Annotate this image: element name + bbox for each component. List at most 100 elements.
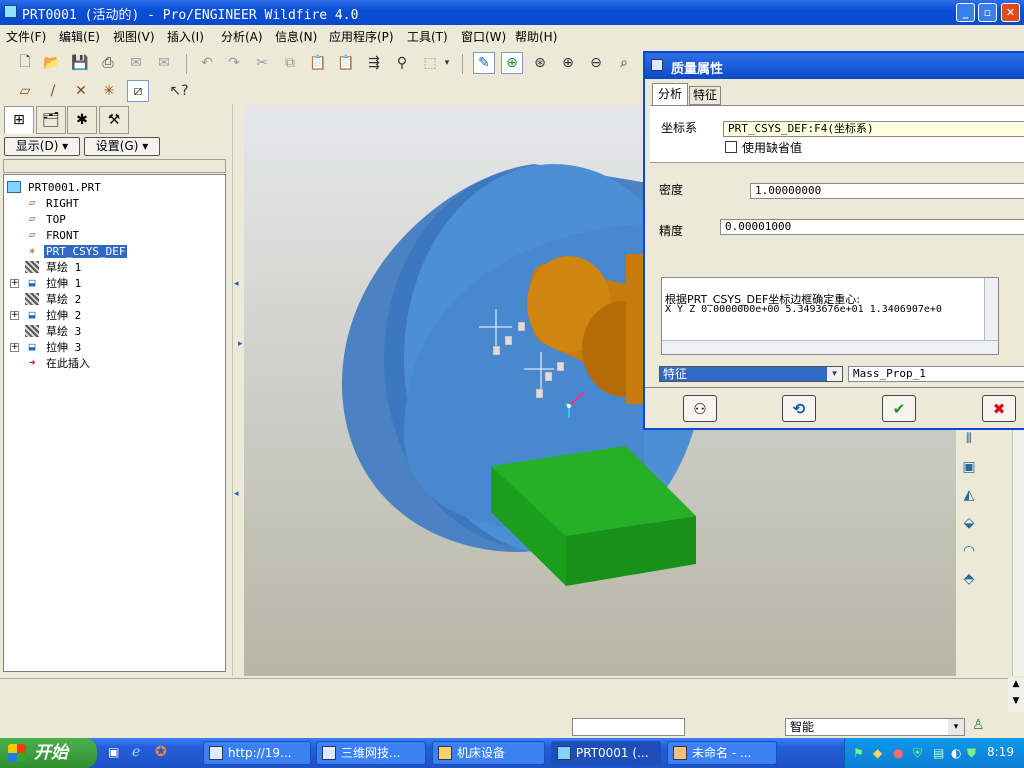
zoom-in-icon[interactable]: ⊕ xyxy=(557,52,579,74)
menu-help[interactable]: 帮助(H) xyxy=(515,28,557,45)
task-paint[interactable]: 未命名 - ... xyxy=(667,741,777,765)
repeat-button[interactable]: ⟲ xyxy=(782,395,816,422)
datum-plane-tool-icon[interactable]: ⫴ xyxy=(958,428,980,450)
annotation-display-icon[interactable]: ⧄ xyxy=(127,80,149,102)
feature-select[interactable]: 特征 ▾ xyxy=(659,366,843,382)
collapse-arrow-icon[interactable]: ◂ xyxy=(234,489,239,499)
message-scrollbar[interactable]: ▲ ▼ xyxy=(1008,678,1024,712)
datum-point-display-icon[interactable]: ✕ xyxy=(70,80,92,102)
tree-item-extrude-3[interactable]: ⬓ 拉伸 3 xyxy=(25,339,83,355)
tab-favorites[interactable]: ✱ xyxy=(67,106,97,134)
tree-item-top[interactable]: ▱ TOP xyxy=(25,211,68,227)
tab-folder-browser[interactable]: 🗂 xyxy=(36,106,66,134)
refit-icon[interactable]: ⌕ xyxy=(613,52,635,74)
redo-icon[interactable]: ↷ xyxy=(223,52,245,74)
scroll-down-icon[interactable]: ▼ xyxy=(1009,696,1023,710)
menu-insert[interactable]: 插入(I) xyxy=(167,28,204,45)
tree-item-insert-here[interactable]: ➜ 在此插入 xyxy=(25,355,92,371)
results-vertical-scrollbar[interactable] xyxy=(984,278,998,340)
selection-box-icon[interactable]: ⬚ xyxy=(419,52,441,74)
print-icon[interactable]: ⎙ xyxy=(97,52,119,74)
panel-splitter[interactable]: ◂ ▸ ◂ xyxy=(232,104,244,676)
status-input[interactable] xyxy=(572,718,685,736)
cancel-button[interactable]: ✖ xyxy=(982,395,1016,422)
tree-item-extrude-1[interactable]: ⬓ 拉伸 1 xyxy=(25,275,83,291)
quicklaunch-ie-icon[interactable]: ℯ xyxy=(132,744,140,760)
regenerate-icon[interactable]: ⇶ xyxy=(363,52,385,74)
send-link-icon[interactable]: ✉ xyxy=(153,52,175,74)
menu-file[interactable]: 文件(F) xyxy=(6,28,46,45)
task-browser[interactable]: http://19... xyxy=(203,741,311,765)
tray-app-icon[interactable]: ◆ xyxy=(873,746,882,760)
context-help-icon[interactable]: ↖? xyxy=(168,80,190,102)
tab-feature[interactable]: 特征 xyxy=(689,86,721,105)
extrude-tool-icon[interactable]: ⬙ xyxy=(958,512,980,534)
minimize-button[interactable]: _ xyxy=(956,3,975,22)
tree-item-sketch-1[interactable]: 草绘 1 xyxy=(25,259,83,275)
tree-item-extrude-2[interactable]: ⬓ 拉伸 2 xyxy=(25,307,83,323)
maximize-button[interactable]: ▫ xyxy=(978,3,997,22)
menu-view[interactable]: 视图(V) xyxy=(113,28,155,45)
tray-volume-icon[interactable]: ◐ xyxy=(951,746,961,760)
menu-window[interactable]: 窗口(W) xyxy=(461,28,506,45)
quicklaunch-desktop-icon[interactable]: ▣ xyxy=(108,745,119,759)
find-icon[interactable]: ⚲ xyxy=(391,52,413,74)
preview-button[interactable]: ⚇ xyxy=(683,395,717,422)
tray-antivirus-icon[interactable]: ⛊ xyxy=(967,746,976,761)
ok-button[interactable]: ✔ xyxy=(882,395,916,422)
tree-item-csys[interactable]: ✳ PRT_CSYS_DEF xyxy=(25,243,128,259)
menu-tools[interactable]: 工具(T) xyxy=(407,28,448,45)
tree-item-right[interactable]: ▱ RIGHT xyxy=(25,195,81,211)
cut-icon[interactable]: ✂ xyxy=(251,52,273,74)
tab-model-tree[interactable]: ⊞ xyxy=(4,106,34,134)
repaint-icon[interactable]: ✎ xyxy=(473,52,495,74)
expand-arrow-icon[interactable]: ▸ xyxy=(238,339,243,349)
save-icon[interactable]: 💾 xyxy=(69,52,91,74)
close-button[interactable]: ✕ xyxy=(1001,3,1020,22)
scroll-up-icon[interactable]: ▲ xyxy=(1009,679,1023,693)
show-dropdown[interactable]: 显示(D) ▾ xyxy=(4,137,80,156)
tray-shield-icon[interactable]: ⛨ xyxy=(913,746,922,761)
density-field[interactable]: 1.00000000 xyxy=(750,183,1024,199)
chevron-down-icon[interactable]: ▾ xyxy=(948,719,964,735)
start-button[interactable]: 开始 xyxy=(0,738,97,768)
datum-plane-display-icon[interactable]: ▱ xyxy=(14,80,36,102)
tree-item-sketch-3[interactable]: 草绘 3 xyxy=(25,323,83,339)
quicklaunch-app-icon[interactable]: ✪ xyxy=(155,744,167,760)
csys-field[interactable]: PRT_CSYS_DEF:F4(坐标系) xyxy=(723,121,1024,137)
menu-info[interactable]: 信息(N) xyxy=(275,28,317,45)
tree-item-front[interactable]: ▱ FRONT xyxy=(25,227,81,243)
copy-icon[interactable]: ⧉ xyxy=(279,52,301,74)
tab-connections[interactable]: ⚒ xyxy=(99,106,129,134)
open-folder-icon[interactable]: 📂 xyxy=(41,52,63,74)
settings-dropdown[interactable]: 设置(G) ▾ xyxy=(84,137,160,156)
datum-axis-tool-icon[interactable]: ▣ xyxy=(958,456,980,478)
collapse-arrow-icon[interactable]: ◂ xyxy=(234,279,239,289)
task-proe[interactable]: PRT0001 (... xyxy=(551,741,661,765)
filter-select[interactable]: 智能 ▾ xyxy=(785,718,965,736)
tab-analysis[interactable]: 分析 xyxy=(652,83,688,105)
undo-icon[interactable]: ↶ xyxy=(196,52,218,74)
datum-axis-display-icon[interactable]: / xyxy=(42,80,64,102)
task-forum[interactable]: 三维网技... xyxy=(316,741,426,765)
csys-display-icon[interactable]: ✳ xyxy=(98,80,120,102)
send-mail-icon[interactable]: ✉ xyxy=(125,52,147,74)
feature-name-field[interactable]: Mass_Prop_1 xyxy=(848,366,1024,382)
menu-applications[interactable]: 应用程序(P) xyxy=(329,28,394,45)
tree-item-sketch-2[interactable]: 草绘 2 xyxy=(25,291,83,307)
sweep-tool-icon[interactable]: ⬘ xyxy=(958,568,980,590)
tray-security-icon[interactable]: ● xyxy=(893,746,903,760)
expand-icon[interactable]: + xyxy=(10,311,19,320)
zoom-out-icon[interactable]: ⊖ xyxy=(585,52,607,74)
sketch-tool-icon[interactable]: ◭ xyxy=(958,484,980,506)
use-default-checkbox[interactable] xyxy=(725,141,737,153)
revolve-tool-icon[interactable]: ◠ xyxy=(958,540,980,562)
paste-special-icon[interactable]: 📋 xyxy=(335,52,357,74)
menu-edit[interactable]: 编辑(E) xyxy=(59,28,100,45)
chevron-down-icon[interactable]: ▾ xyxy=(827,367,842,381)
new-file-icon[interactable]: 🗋 xyxy=(14,52,36,74)
orient-mode-icon[interactable]: ⊛ xyxy=(529,52,551,74)
tree-item-part[interactable]: PRT0001.PRT xyxy=(7,179,103,195)
menu-analysis[interactable]: 分析(A) xyxy=(221,28,263,45)
expand-icon[interactable]: + xyxy=(10,343,19,352)
